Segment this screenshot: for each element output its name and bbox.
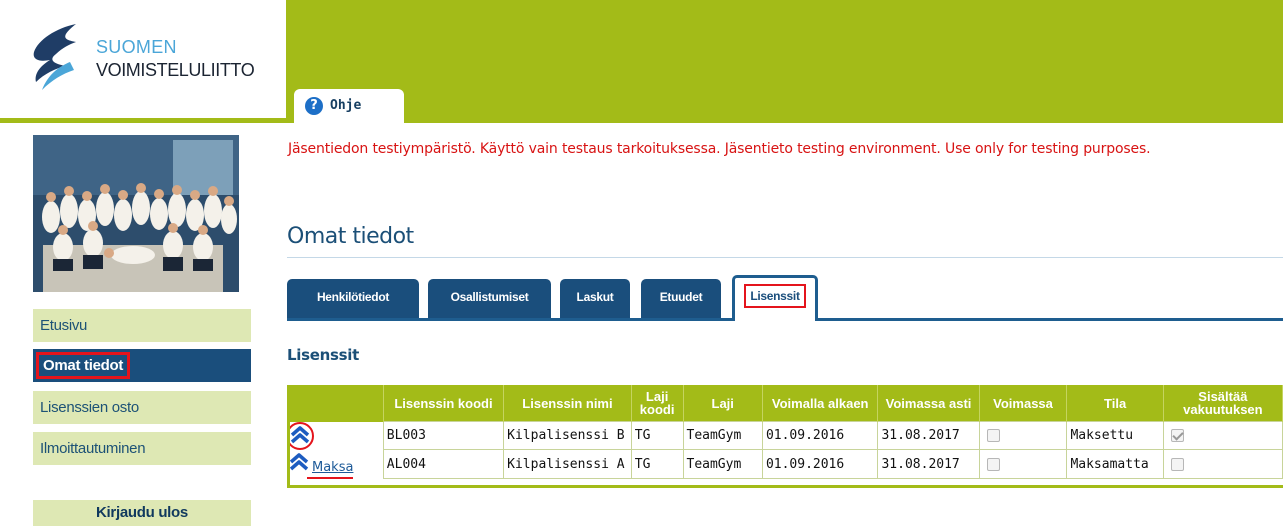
test-environment-notice: Jäsentiedon testiympäristö. Käyttö vain …	[288, 141, 1151, 157]
cell-sport-code: TG	[630, 449, 684, 479]
help-label: Ohje	[330, 98, 362, 113]
tab-henkilotiedot[interactable]: Henkilötiedot	[287, 279, 419, 318]
tab-etuudet[interactable]: Etuudet	[641, 279, 721, 318]
active-checkbox	[986, 457, 1000, 471]
tab-bar: Henkilötiedot Osallistumiset Laskut Etuu…	[287, 275, 1283, 321]
header-status: Tila	[1066, 385, 1164, 422]
cell-sport: TeamGym	[682, 421, 763, 450]
tab-laskut[interactable]: Laskut	[560, 279, 630, 318]
help-circle-icon: ?	[305, 97, 323, 115]
header-sport: Laji	[683, 385, 763, 422]
pay-link-highlight	[307, 476, 353, 479]
team-photo	[33, 135, 239, 292]
cell-active	[978, 449, 1068, 479]
tab-lisenssit[interactable]: Lisenssit	[732, 275, 818, 321]
insurance-checkbox	[1170, 429, 1184, 442]
header-valid-from: Voimalla alkaen	[762, 385, 879, 422]
sidebar-item-omat-tiedot[interactable]: Omat tiedot	[33, 349, 251, 382]
help-tab[interactable]: ? Ohje	[294, 89, 404, 123]
cell-sport: TeamGym	[682, 449, 763, 479]
cell-code: AL004	[382, 449, 505, 479]
cell-code: BL003	[382, 421, 505, 450]
cell-sport-code: TG	[630, 421, 684, 450]
sidebar-item-ilmoittautuminen[interactable]: Ilmoittautuminen	[33, 432, 251, 465]
title-divider	[287, 257, 1283, 258]
cell-insurance	[1162, 421, 1283, 450]
cell-valid-from: 01.09.2016	[761, 421, 879, 450]
cell-status: Maksamatta	[1066, 449, 1164, 479]
cell-valid-from: 01.09.2016	[761, 449, 879, 479]
header-insurance: Sisältää vakuutuksen	[1163, 385, 1283, 422]
header-valid-to: Voimassa asti	[877, 385, 980, 422]
sidebar-item-etusivu[interactable]: Etusivu	[33, 309, 251, 342]
table-bottom-border	[287, 485, 1283, 488]
cell-name: Kilpalisenssi A	[503, 449, 632, 479]
header-name: Lisenssin nimi	[503, 385, 632, 422]
logout-button[interactable]: Kirjaudu ulos	[33, 500, 251, 526]
header-code: Lisenssin koodi	[383, 385, 505, 422]
double-chevron-up-icon[interactable]	[290, 425, 310, 444]
cell-active	[978, 421, 1068, 450]
cell-valid-to: 31.08.2017	[877, 421, 980, 450]
header-action	[287, 385, 384, 422]
logo-swirl-icon	[33, 24, 76, 90]
table-row: BL003 Kilpalisenssi B TG TeamGym 01.09.2…	[287, 421, 1283, 450]
top-banner: SUOMEN VOIMISTELULIITTO ? Ohje	[0, 0, 1283, 123]
sidebar-item-omat-tiedot-label: Omat tiedot	[36, 352, 131, 379]
row-action-cell: Maksa	[287, 450, 383, 479]
cell-status: Maksettu	[1066, 421, 1164, 450]
double-chevron-up-icon[interactable]	[289, 452, 309, 471]
header-active: Voimassa	[979, 385, 1068, 422]
table-left-border	[287, 385, 290, 488]
logo[interactable]: SUOMEN VOIMISTELULIITTO	[0, 0, 286, 118]
page-title: Omat tiedot	[287, 224, 414, 249]
insurance-checkbox	[1170, 457, 1184, 471]
tab-lisenssit-label: Lisenssit	[744, 284, 806, 308]
brand-line-1: SUOMEN	[96, 37, 177, 57]
cell-valid-to: 31.08.2017	[877, 449, 980, 479]
cell-name: Kilpalisenssi B	[503, 421, 632, 450]
sidebar-item-lisenssien-osto[interactable]: Lisenssien osto	[33, 391, 251, 424]
active-checkbox	[986, 429, 1000, 442]
row-action-cell	[287, 421, 383, 450]
licence-table: Lisenssin koodi Lisenssin nimi Laji kood…	[287, 385, 1283, 479]
header-sport-code: Laji koodi	[631, 385, 684, 422]
cell-insurance	[1162, 449, 1283, 479]
tab-osallistumiset[interactable]: Osallistumiset	[428, 279, 551, 318]
table-header-row: Lisenssin koodi Lisenssin nimi Laji kood…	[287, 385, 1283, 422]
table-row: Maksa AL004 Kilpalisenssi A TG TeamGym 0…	[287, 449, 1283, 479]
pay-link[interactable]: Maksa	[312, 460, 353, 475]
section-title: Lisenssit	[287, 346, 359, 364]
brand-line-2: VOIMISTELULIITTO	[96, 60, 255, 80]
